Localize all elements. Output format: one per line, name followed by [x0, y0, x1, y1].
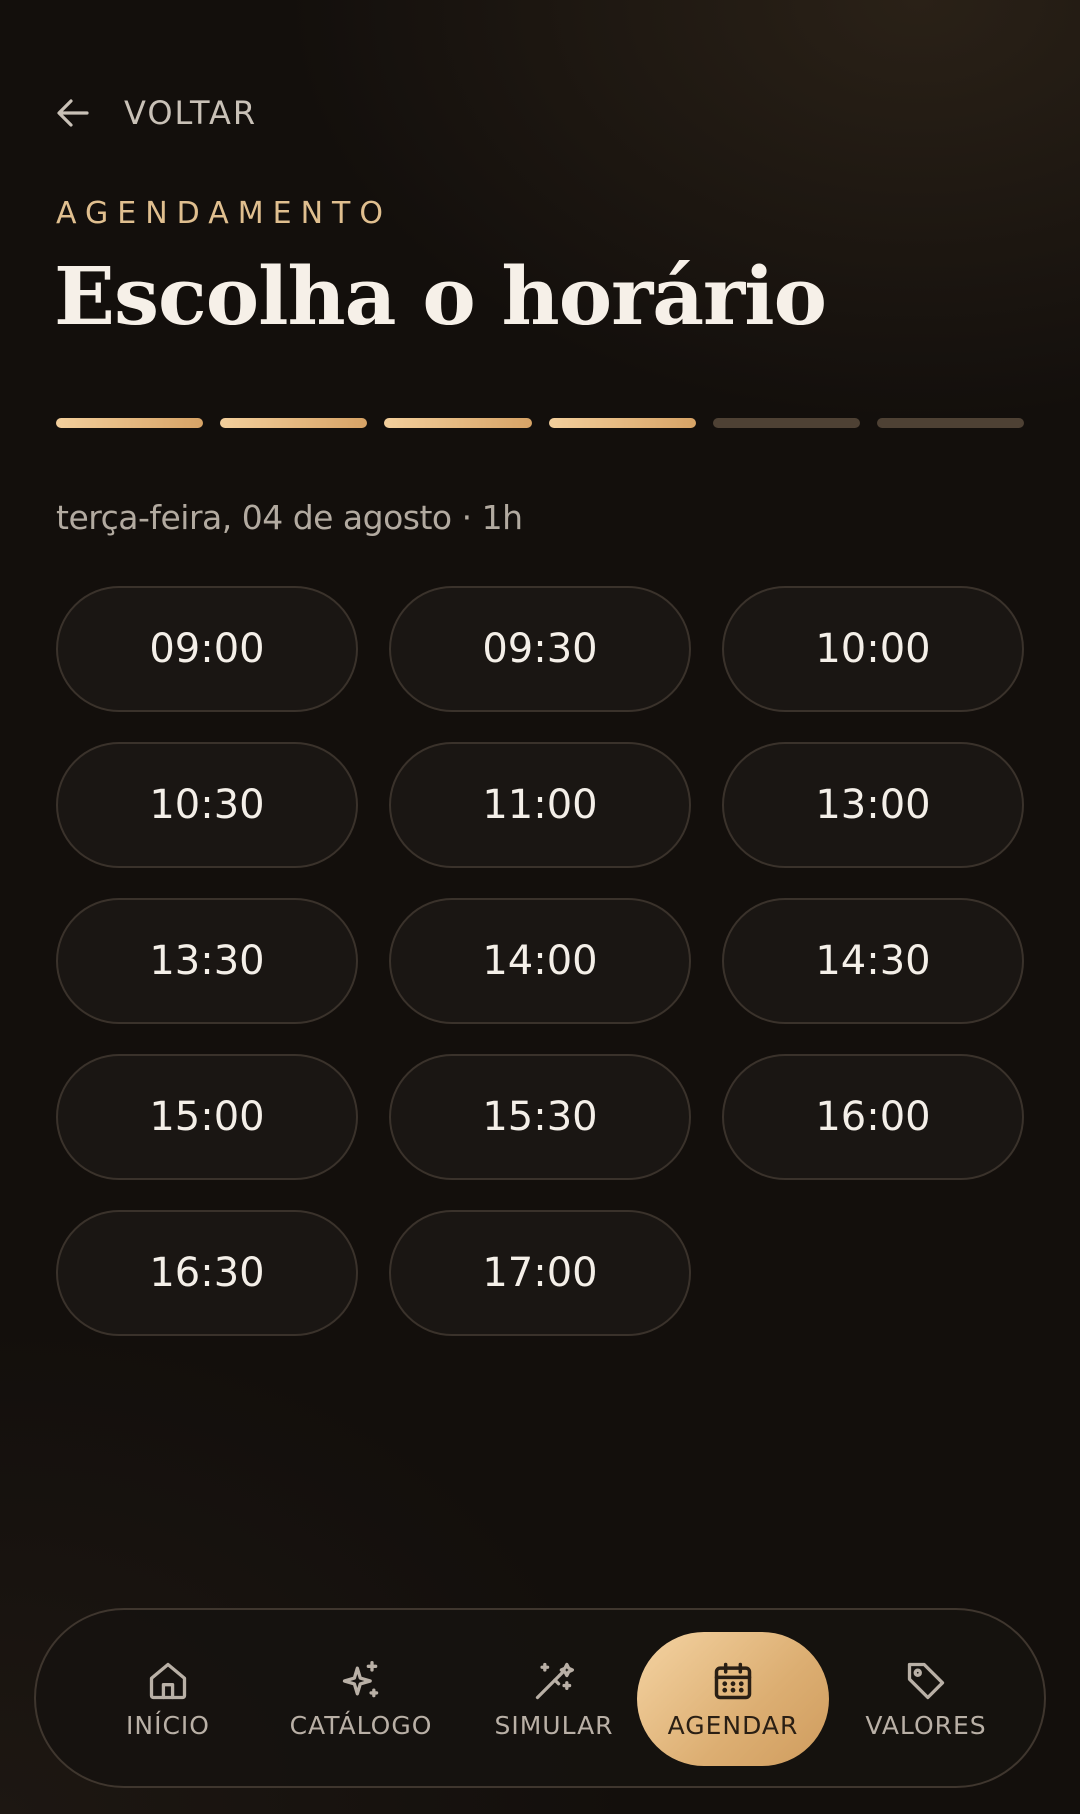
- time-slot-button[interactable]: 16:30: [56, 1210, 358, 1336]
- progress-segment: [548, 418, 696, 428]
- arrow-left-icon: [57, 99, 89, 127]
- step-progress: [56, 418, 1025, 428]
- nav-item-simular[interactable]: SIMULAR: [458, 1632, 650, 1766]
- tag-icon: [907, 1662, 945, 1699]
- calendar-icon: [714, 1662, 752, 1699]
- progress-segment: [56, 418, 204, 428]
- progress-segment: [876, 418, 1025, 428]
- page-title: Escolha o horário: [54, 249, 827, 343]
- nav-item-valores[interactable]: VALORES: [830, 1632, 1022, 1766]
- magic-wand-icon: [535, 1662, 574, 1699]
- nav-label: SIMULAR: [494, 1710, 614, 1740]
- bottom-nav: INÍCIO CATÁLOGO SIMULAR AGENDAR VALORES: [34, 1608, 1046, 1788]
- nav-label: VALORES: [865, 1710, 987, 1740]
- nav-label: AGENDAR: [667, 1710, 799, 1740]
- time-slot-button[interactable]: 14:30: [722, 898, 1024, 1024]
- nav-label: INÍCIO: [126, 1710, 210, 1740]
- time-slot-button[interactable]: 13:30: [56, 898, 358, 1024]
- time-slot-button[interactable]: 11:00: [389, 742, 691, 868]
- nav-item-agendar[interactable]: AGENDAR: [637, 1632, 829, 1766]
- home-icon: [149, 1662, 187, 1699]
- back-label: VOLTAR: [124, 94, 258, 132]
- time-slot-button[interactable]: 09:00: [56, 586, 358, 712]
- date-duration-label: terça-feira, 04 de agosto · 1h: [56, 498, 523, 537]
- time-slot-button[interactable]: 17:00: [389, 1210, 691, 1336]
- time-slot-button[interactable]: 13:00: [722, 742, 1024, 868]
- progress-segment: [712, 418, 860, 428]
- section-eyebrow: AGENDAMENTO: [56, 196, 392, 231]
- time-slot-button[interactable]: 15:30: [389, 1054, 691, 1180]
- nav-item-inicio[interactable]: INÍCIO: [72, 1632, 264, 1766]
- nav-label: CATÁLOGO: [289, 1710, 433, 1740]
- time-slot-grid: 09:00 09:30 10:00 10:30 11:00 13:00 13:30 14:00…: [56, 586, 1024, 1336]
- back-button[interactable]: VOLTAR: [56, 88, 257, 138]
- progress-segment: [384, 418, 532, 428]
- nav-item-catalogo[interactable]: CATÁLOGO: [265, 1632, 457, 1766]
- time-slot-button[interactable]: 15:00: [56, 1054, 358, 1180]
- time-slot-button[interactable]: 09:30: [389, 586, 691, 712]
- progress-segment: [220, 418, 368, 428]
- time-slot-button[interactable]: 14:00: [389, 898, 691, 1024]
- time-slot-button[interactable]: 16:00: [722, 1054, 1024, 1180]
- sparkles-icon: [342, 1660, 379, 1697]
- time-slot-button[interactable]: 10:00: [722, 586, 1024, 712]
- time-slot-button[interactable]: 10:30: [56, 742, 358, 868]
